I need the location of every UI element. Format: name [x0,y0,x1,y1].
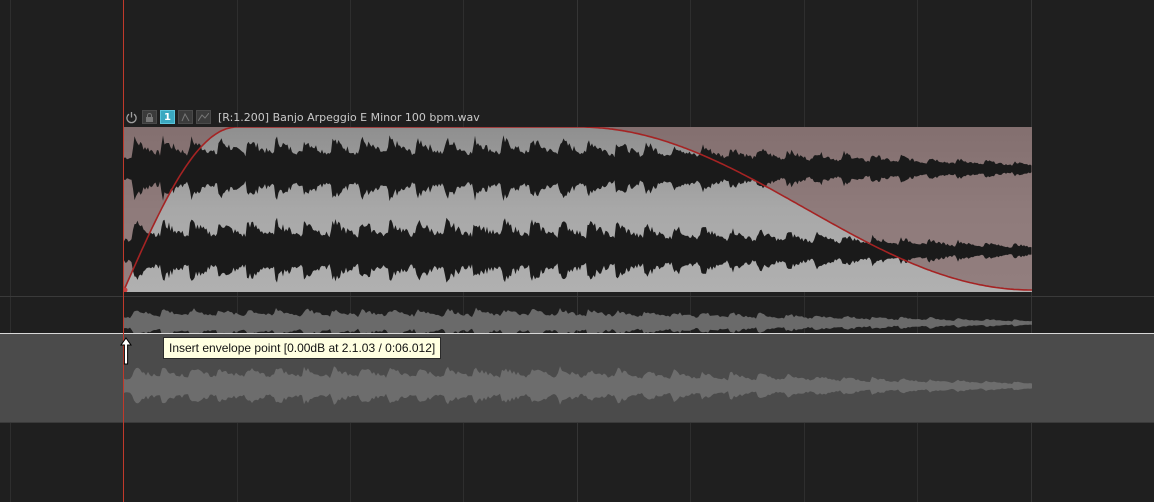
tooltip: Insert envelope point [0.00dB at 2.1.03 … [163,337,442,359]
envelope-icon[interactable] [196,110,211,124]
item-name-label: [R:1.200] Banjo Arpeggio E Minor 100 bpm… [218,110,480,124]
arrange-view[interactable]: 1 [R:1.200] Banjo Arpeggio E Minor 100 b… [0,0,1154,502]
power-icon[interactable] [124,110,139,124]
edit-cursor [123,0,124,502]
lock-icon[interactable] [142,110,157,124]
media-item[interactable] [124,127,1032,292]
envelope-insert-cursor-icon [120,337,132,365]
fx-icon[interactable] [178,110,193,124]
track-divider [0,422,1154,423]
take-info-icon[interactable]: 1 [160,110,175,124]
media-item-header[interactable]: 1 [R:1.200] Banjo Arpeggio E Minor 100 b… [124,108,480,126]
grid-line [10,0,11,502]
